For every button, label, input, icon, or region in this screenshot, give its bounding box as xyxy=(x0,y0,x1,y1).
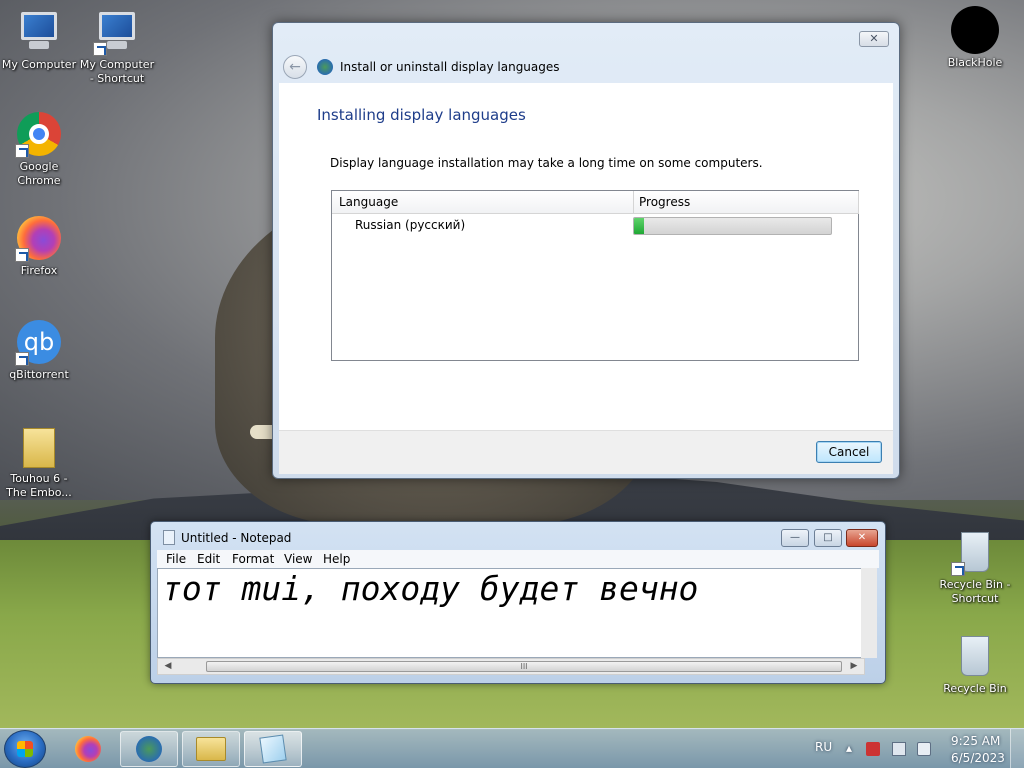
column-divider[interactable] xyxy=(633,191,634,214)
menu-view[interactable]: View xyxy=(284,552,312,566)
dialog-footer: Cancel xyxy=(279,430,893,474)
dialog-title: Install or uninstall display languages xyxy=(340,60,560,74)
recycle-bin-icon xyxy=(951,632,999,680)
shortcut-arrow-icon xyxy=(15,144,29,158)
firefox-icon xyxy=(15,214,63,262)
menu-edit[interactable]: Edit xyxy=(197,552,220,566)
folder-icon xyxy=(15,422,63,470)
dialog-body: Installing display languages Display lan… xyxy=(279,83,893,430)
desktop-icon-label: My Computer xyxy=(1,58,77,71)
menu-bar: File Edit Format View Help xyxy=(157,550,879,568)
menu-file[interactable]: File xyxy=(166,552,186,566)
column-header-language[interactable]: Language xyxy=(339,195,398,209)
folder-icon xyxy=(196,737,226,761)
desktop-icon-touhou[interactable]: Touhou 6 - The Embo... xyxy=(0,422,78,500)
language-globe-icon xyxy=(136,736,162,762)
desktop-icon-google-chrome[interactable]: Google Chrome xyxy=(0,110,78,188)
start-button[interactable] xyxy=(4,730,46,768)
editor-content: тот mui, походу будет вечно xyxy=(162,569,699,608)
recycle-bin-icon xyxy=(951,528,999,576)
desktop-icon-recycle-bin[interactable]: Recycle Bin xyxy=(936,632,1014,696)
shortcut-arrow-icon xyxy=(951,562,965,576)
progress-fill xyxy=(634,218,644,234)
notepad-window: Untitled - Notepad — □ ✕ File Edit Forma… xyxy=(150,521,886,684)
minimize-button[interactable]: — xyxy=(781,529,809,547)
desktop-icon-label: qBittorrent xyxy=(9,368,69,381)
desktop-icon-label: Recycle Bin - Shortcut xyxy=(939,578,1011,605)
blackhole-icon xyxy=(951,6,999,54)
taskbar: RU ▴ 9:25 AM 6/5/2023 xyxy=(0,728,1024,768)
scroll-right-icon[interactable]: ▶ xyxy=(846,659,862,674)
scroll-left-icon[interactable]: ◀ xyxy=(160,659,176,674)
clock-time[interactable]: 9:25 AM xyxy=(951,734,1000,748)
menu-help[interactable]: Help xyxy=(323,552,350,566)
action-center-icon[interactable] xyxy=(866,742,880,756)
text-editor-area[interactable]: тот mui, походу будет вечно xyxy=(157,568,877,658)
network-icon[interactable] xyxy=(892,742,906,756)
back-arrow-icon[interactable]: ← xyxy=(283,55,307,79)
shortcut-arrow-icon xyxy=(15,248,29,262)
desktop-icon-qbittorrent[interactable]: qb qBittorrent xyxy=(0,318,78,382)
volume-muted-icon[interactable] xyxy=(917,742,931,756)
taskbar-language-installer[interactable] xyxy=(120,731,178,767)
language-globe-icon xyxy=(317,59,333,75)
language-indicator[interactable]: RU xyxy=(815,740,832,754)
taskbar-notepad[interactable] xyxy=(244,731,302,767)
desktop-icon-label: Touhou 6 - The Embo... xyxy=(6,472,72,499)
computer-icon xyxy=(93,8,141,56)
table-header: Language Progress xyxy=(332,191,859,214)
shortcut-arrow-icon xyxy=(15,352,29,366)
taskbar-explorer[interactable] xyxy=(182,731,240,767)
desktop-icon-label: My Computer - Shortcut xyxy=(79,58,155,85)
column-divider[interactable] xyxy=(858,191,859,214)
clock-date[interactable]: 6/5/2023 xyxy=(951,751,1005,765)
shortcut-arrow-icon xyxy=(93,42,107,56)
install-languages-dialog: ✕ ← Install or uninstall display languag… xyxy=(272,22,900,479)
window-title: Untitled - Notepad xyxy=(181,531,292,545)
horizontal-scrollbar[interactable]: ◀ III ▶ xyxy=(157,658,865,675)
dialog-description: Display language installation may take a… xyxy=(330,156,763,170)
notepad-icon xyxy=(163,530,175,545)
language-name: Russian (русский) xyxy=(355,218,466,232)
desktop-icon-firefox[interactable]: Firefox xyxy=(0,214,78,278)
column-header-progress[interactable]: Progress xyxy=(639,195,690,209)
chrome-icon xyxy=(15,110,63,158)
taskbar-firefox[interactable] xyxy=(60,731,116,767)
show-desktop-button[interactable] xyxy=(1010,729,1024,768)
firefox-icon xyxy=(75,736,101,762)
show-hidden-icons-button[interactable]: ▴ xyxy=(846,741,852,755)
desktop-icon-label: Google Chrome xyxy=(17,160,61,187)
language-table: Language Progress Russian (русский) xyxy=(331,190,859,361)
desktop-icon-blackhole[interactable]: BlackHole xyxy=(936,6,1014,70)
desktop-icon-recycle-bin-shortcut[interactable]: Recycle Bin - Shortcut xyxy=(936,528,1014,606)
desktop-icon-label: Firefox xyxy=(20,264,58,277)
menu-format[interactable]: Format xyxy=(232,552,274,566)
dialog-close-button[interactable]: ✕ xyxy=(859,31,889,47)
maximize-button[interactable]: □ xyxy=(814,529,842,547)
desktop-icon-label: BlackHole xyxy=(947,56,1003,69)
cancel-button[interactable]: Cancel xyxy=(816,441,882,463)
desktop-icon-my-computer-shortcut[interactable]: My Computer - Shortcut xyxy=(78,8,156,86)
qbittorrent-icon: qb xyxy=(15,318,63,366)
notepad-icon xyxy=(259,734,287,764)
close-button[interactable]: ✕ xyxy=(846,529,878,547)
scroll-thumb[interactable]: III xyxy=(206,661,842,672)
vertical-scrollbar[interactable] xyxy=(861,568,877,658)
dialog-heading: Installing display languages xyxy=(317,106,526,124)
table-row[interactable]: Russian (русский) xyxy=(332,214,858,238)
computer-icon xyxy=(15,8,63,56)
install-progress-bar xyxy=(633,217,832,235)
desktop-icon-my-computer[interactable]: My Computer xyxy=(0,8,78,72)
desktop-icon-label: Recycle Bin xyxy=(943,682,1007,695)
